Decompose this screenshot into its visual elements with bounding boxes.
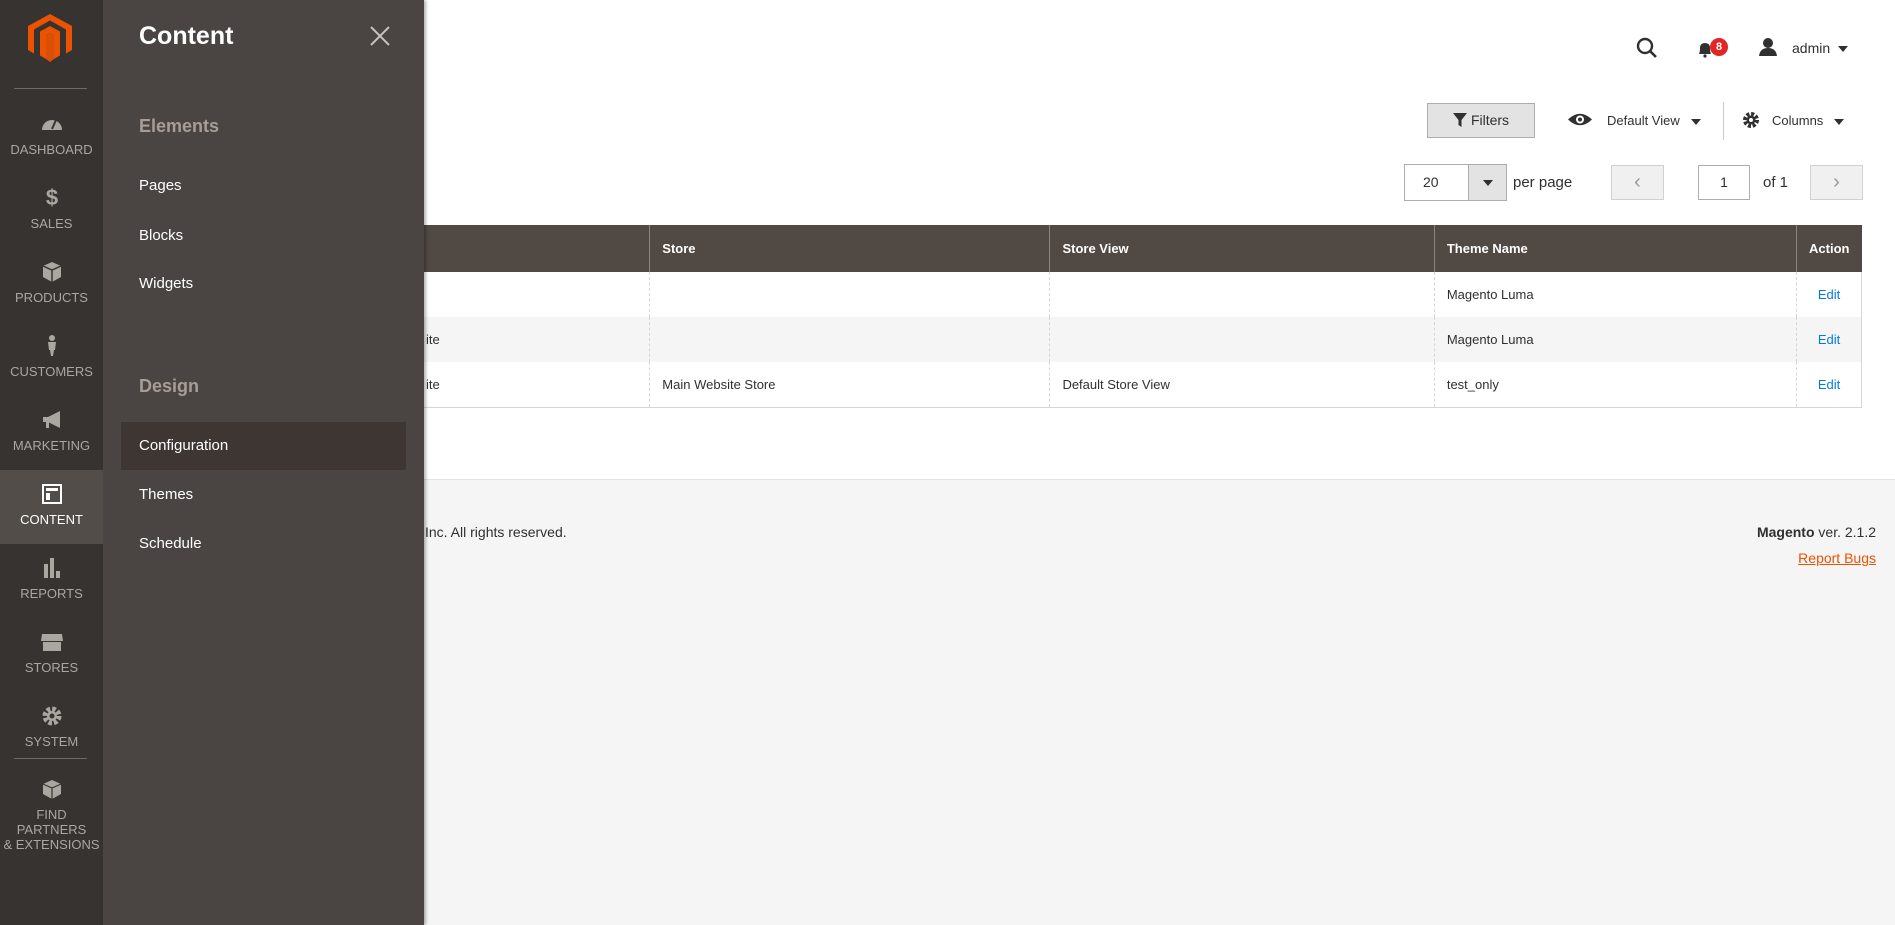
- page-number-input[interactable]: 1: [1698, 165, 1750, 200]
- edit-link[interactable]: Edit: [1796, 272, 1862, 317]
- group-title-design: Design: [139, 376, 200, 396]
- nav-item-content[interactable]: CONTENT: [0, 470, 103, 544]
- megaphone-icon: [42, 411, 60, 428]
- gear-icon: [1743, 112, 1759, 128]
- version-text: Magento ver. 2.1.2: [1757, 524, 1876, 540]
- storefront-icon: [40, 634, 63, 651]
- chevron-down-icon: [1834, 119, 1844, 125]
- version-number: ver. 2.1.2: [1814, 524, 1876, 540]
- per-page-toggle[interactable]: [1468, 165, 1506, 200]
- chevron-down-icon: [1691, 119, 1701, 125]
- next-page-button[interactable]: ›: [1810, 165, 1863, 200]
- previous-page-button[interactable]: ‹: [1611, 165, 1664, 200]
- cell-store-view: Default Store View: [1049, 362, 1435, 408]
- toolbar-divider: [1723, 102, 1724, 140]
- gear-icon: [42, 706, 61, 726]
- columns-dropdown[interactable]: Columns: [1772, 113, 1823, 128]
- menu-item-pages[interactable]: Pages: [121, 162, 406, 210]
- blocks-icon: [42, 780, 61, 799]
- column-header-action: Action: [1796, 225, 1862, 272]
- nav-item-customers[interactable]: CUSTOMERS: [0, 322, 103, 396]
- svg-text:$: $: [45, 186, 57, 210]
- cell-theme-name: Magento Luma: [1433, 317, 1797, 362]
- nav-item-marketing[interactable]: MARKETING: [0, 396, 103, 470]
- cell-store: Main Website Store: [649, 362, 1050, 408]
- nav-item-label: CUSTOMERS: [10, 364, 93, 379]
- filter-icon: [1452, 113, 1467, 127]
- chevron-right-icon: ›: [1833, 171, 1840, 193]
- user-icon[interactable]: [1758, 37, 1778, 57]
- nav-item-label: PRODUCTS: [15, 290, 88, 305]
- nav-item-system[interactable]: SYSTEM: [0, 692, 103, 766]
- magento-logo[interactable]: [28, 14, 72, 62]
- group-title-elements: Elements: [139, 116, 220, 136]
- notification-count-badge[interactable]: 8: [1710, 38, 1728, 56]
- nav-item-label: REPORTS: [20, 586, 83, 601]
- nav-divider: [14, 88, 87, 89]
- default-view-dropdown[interactable]: Default View: [1607, 113, 1680, 128]
- page-count: of 1: [1763, 174, 1789, 191]
- edit-link[interactable]: Edit: [1796, 317, 1862, 362]
- nav-item-label: CONTENT: [20, 512, 83, 527]
- panel-title: Content: [139, 22, 234, 50]
- nav-item-reports[interactable]: REPORTS: [0, 544, 103, 618]
- admin-user-menu[interactable]: admin: [1792, 40, 1830, 56]
- filters-button[interactable]: Filters: [1427, 103, 1535, 138]
- content-flyout-panel: Content Elements Pages Blocks Widgets De…: [103, 0, 424, 925]
- dollar-icon: $: [45, 186, 57, 210]
- nav-item-stores[interactable]: STORES: [0, 618, 103, 692]
- nav-item-products[interactable]: PRODUCTS: [0, 248, 103, 322]
- chevron-down-icon: [1483, 180, 1493, 186]
- menu-item-configuration[interactable]: Configuration: [121, 422, 406, 470]
- menu-item-widgets[interactable]: Widgets: [121, 260, 406, 308]
- admin-sidebar: DASHBOARD $ SALES PRODUCTS CUSTOMERS MARKETIN…: [0, 0, 103, 925]
- filters-label: Filters: [1470, 112, 1510, 128]
- nav-item-label: & EXTENSIONS: [3, 837, 100, 852]
- report-bugs-link[interactable]: Report Bugs: [1798, 550, 1876, 566]
- column-header-store[interactable]: Store: [649, 225, 1050, 272]
- cell: [1049, 317, 1435, 362]
- dashboard-icon: [41, 119, 62, 130]
- nav-item-label: SYSTEM: [24, 734, 79, 749]
- chevron-down-icon: [1838, 46, 1848, 52]
- close-icon[interactable]: [370, 26, 390, 46]
- per-page-select[interactable]: 20: [1404, 164, 1507, 201]
- cell-theme-name: Magento Luma: [1433, 272, 1797, 317]
- per-page-label: per page: [1513, 174, 1573, 191]
- search-icon[interactable]: [1636, 37, 1658, 59]
- nav-item-find-partners[interactable]: FIND PARTNERS & EXTENSIONS: [0, 765, 103, 852]
- menu-item-schedule[interactable]: Schedule: [121, 520, 406, 568]
- cell: [649, 272, 1050, 317]
- menu-item-themes[interactable]: Themes: [121, 471, 406, 519]
- nav-item-label: MARKETING: [12, 438, 91, 453]
- chevron-left-icon: ‹: [1634, 171, 1641, 193]
- layout-icon: [41, 484, 62, 504]
- nav-item-sales[interactable]: $ SALES: [0, 174, 103, 248]
- copyright-text: Inc. All rights reserved.: [425, 524, 567, 540]
- edit-link[interactable]: Edit: [1796, 362, 1862, 408]
- column-header-store-view[interactable]: Store View: [1049, 225, 1435, 272]
- cell: [1049, 272, 1435, 317]
- nav-divider: [14, 758, 87, 759]
- nav-item-dashboard[interactable]: DASHBOARD: [0, 100, 103, 174]
- per-page-value: 20: [1423, 174, 1439, 190]
- nav-item-label: SALES: [30, 216, 73, 231]
- bar-chart-icon: [43, 558, 60, 578]
- box-icon: [42, 262, 61, 282]
- menu-item-blocks[interactable]: Blocks: [121, 212, 406, 260]
- nav-item-label: STORES: [24, 660, 79, 675]
- brand-name: Magento: [1756, 524, 1815, 540]
- eye-icon: [1568, 113, 1592, 126]
- nav-item-label: FIND PARTNERS: [16, 807, 87, 837]
- cell: [649, 317, 1050, 362]
- cell-theme-name: test_only: [1433, 362, 1797, 408]
- person-icon: [47, 335, 56, 356]
- column-header-theme-name[interactable]: Theme Name: [1433, 225, 1797, 272]
- nav-item-label: DASHBOARD: [10, 142, 93, 157]
